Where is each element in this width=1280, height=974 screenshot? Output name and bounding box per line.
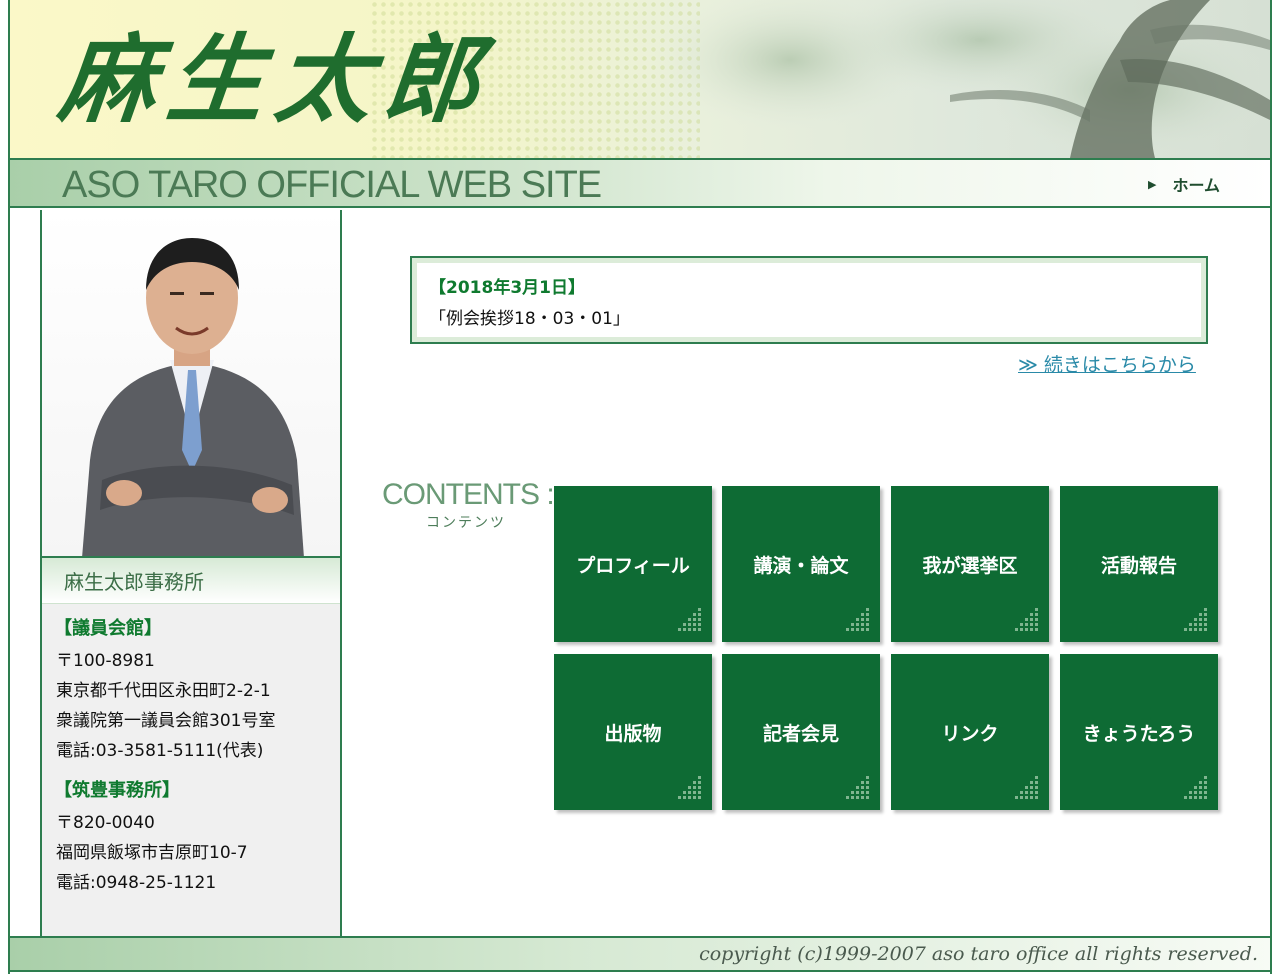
header-band: ASO TARO OFFICIAL WEB SITE ▶ ホーム <box>10 158 1270 208</box>
tree-image <box>650 0 1270 158</box>
news-title[interactable]: 「例会挨拶18・03・01」 <box>429 304 1189 329</box>
tile-label: プロフィール <box>576 554 690 577</box>
read-more-link[interactable]: ≫ 続きはこちらから <box>1018 350 1196 377</box>
tile-press-conference[interactable]: 記者会見 <box>722 654 880 810</box>
site-title: ASO TARO OFFICIAL WEB SITE <box>62 164 602 206</box>
tile-activity-report[interactable]: 活動報告 <box>1060 486 1218 642</box>
stair-dots-icon <box>1015 608 1038 631</box>
news-inner: 【2018年3月1日】 「例会挨拶18・03・01」 <box>417 263 1201 337</box>
address-line: 衆議院第一議員会館301号室 <box>56 711 276 731</box>
stair-dots-icon <box>846 608 869 631</box>
address-block-chikuho: 【筑豊事務所】 〒820-0040 福岡県飯塚市吉原町10-7 電話:0948-… <box>54 776 340 898</box>
office-addresses: 【議員会館】 〒100-8981 東京都千代田区永田町2-2-1 衆議院第一議員… <box>42 604 340 898</box>
office-title: 麻生太郎事務所 <box>42 558 340 604</box>
address-heading: 【議員会館】 <box>54 618 162 639</box>
tile-label: 我が選挙区 <box>922 554 1018 577</box>
address-block-diet: 【議員会館】 〒100-8981 東京都千代田区永田町2-2-1 衆議院第一議員… <box>54 614 340 766</box>
tile-publications[interactable]: 出版物 <box>554 654 712 810</box>
tile-label: きょうたろう <box>1082 722 1196 745</box>
stair-dots-icon <box>1184 608 1207 631</box>
tile-links[interactable]: リンク <box>891 654 1049 810</box>
tile-label: 講演・論文 <box>753 554 849 577</box>
address-line: 東京都千代田区永田町2-2-1 <box>56 681 271 701</box>
stair-dots-icon <box>678 776 701 799</box>
copyright-text: copyright (c)1999-2007 aso taro office a… <box>699 943 1258 965</box>
header-banner: 麻生太郎 <box>10 0 1270 158</box>
triangle-right-icon: ▶ <box>1148 177 1157 191</box>
stair-dots-icon <box>1015 776 1038 799</box>
news-box: 【2018年3月1日】 「例会挨拶18・03・01」 <box>410 256 1208 344</box>
tile-kyoutarou[interactable]: きょうたろう <box>1060 654 1218 810</box>
contents-sub-label: コンテンツ <box>426 515 506 531</box>
address-heading: 【筑豊事務所】 <box>54 780 180 801</box>
postal-code: 〒100-8981 <box>56 651 155 671</box>
phone-line: 電話:03-3581-5111(代表) <box>56 741 264 761</box>
home-link[interactable]: ▶ ホーム <box>1148 172 1220 196</box>
footer: copyright (c)1999-2007 aso taro office a… <box>10 936 1270 972</box>
stair-dots-icon <box>1184 776 1207 799</box>
politician-photo <box>42 210 340 558</box>
postal-code: 〒820-0040 <box>56 813 155 833</box>
tile-label: 出版物 <box>604 722 662 745</box>
news-date: 【2018年3月1日】 <box>429 278 585 298</box>
address-line: 福岡県飯塚市吉原町10-7 <box>56 843 248 863</box>
stair-dots-icon <box>846 776 869 799</box>
portrait-illustration <box>82 238 304 556</box>
tile-lectures[interactable]: 講演・論文 <box>722 486 880 642</box>
stair-dots-icon <box>678 608 701 631</box>
home-label: ホーム <box>1172 176 1220 195</box>
sidebar: 麻生太郎事務所 【議員会館】 〒100-8981 東京都千代田区永田町2-2-1… <box>40 210 342 937</box>
tile-constituency[interactable]: 我が選挙区 <box>891 486 1049 642</box>
tile-label: 記者会見 <box>762 722 839 745</box>
tile-label: リンク <box>941 722 999 745</box>
tile-profile[interactable]: プロフィール <box>554 486 712 642</box>
phone-line: 電話:0948-25-1121 <box>56 873 217 893</box>
site-logo[interactable]: 麻生太郎 <box>54 20 499 140</box>
tile-label: 活動報告 <box>1100 554 1177 577</box>
page: 麻生太郎 ASO TARO OFFICIAL WEB SITE ▶ ホーム 麻生… <box>8 0 1272 974</box>
contents-label: CONTENTS : <box>382 478 555 511</box>
